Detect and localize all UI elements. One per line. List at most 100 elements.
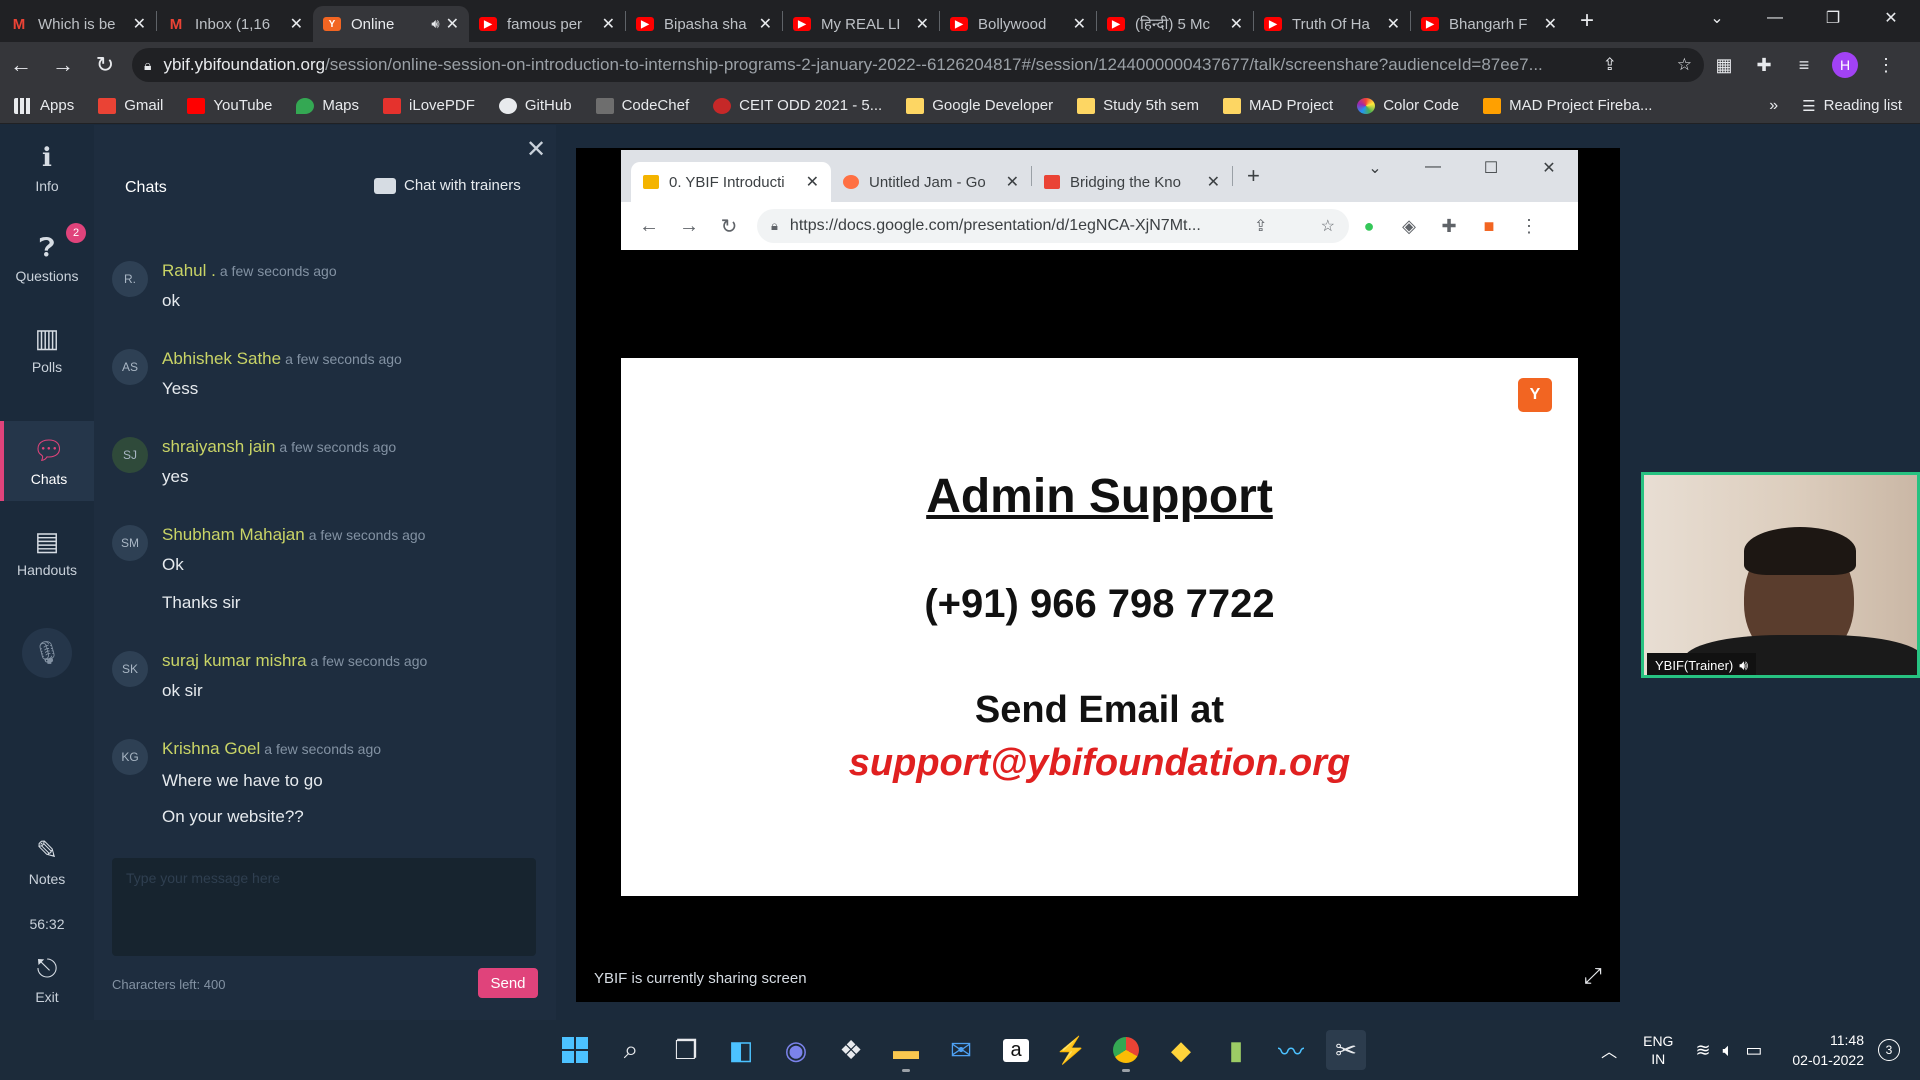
task-view-icon[interactable]: ❐ xyxy=(666,1030,706,1070)
send-button[interactable]: Send xyxy=(478,968,538,998)
browser-tab[interactable]: M Inbox (1,16 ✕ xyxy=(157,6,313,42)
notifications-badge[interactable]: 3 xyxy=(1878,1039,1900,1061)
lock-icon[interactable]: 🔒︎ xyxy=(144,57,151,74)
browser-tab[interactable]: ▶ Bhangarh F ✕ xyxy=(1411,6,1567,42)
bookmark-mad-firebase[interactable]: MAD Project Fireba... xyxy=(1483,97,1652,114)
youtube-icon xyxy=(187,97,206,114)
chat-message-input[interactable] xyxy=(112,858,536,956)
browser-menu-icon[interactable]: ⋮ xyxy=(1866,55,1906,76)
teams-chat-icon[interactable]: ◉ xyxy=(776,1030,816,1070)
sidebar-item-handouts[interactable]: ▤ Handouts xyxy=(0,511,94,593)
chrome-icon[interactable] xyxy=(1106,1030,1146,1072)
sidebar-item-exit[interactable]: ⎋ Exit xyxy=(0,938,94,1020)
browser-tab[interactable]: ▶ (हिन्दी) 5 Mc ✕ xyxy=(1097,6,1253,42)
search-icon[interactable]: ⌕ xyxy=(611,1030,651,1070)
bookmark-color-code[interactable]: Color Code xyxy=(1357,97,1459,114)
trainer-video[interactable]: YBIF(Trainer) 🔊︎ xyxy=(1641,472,1920,678)
tab-close-icon[interactable]: ✕ xyxy=(916,14,929,34)
share-icon[interactable]: ⇪ xyxy=(1585,55,1617,75)
tab-close-icon[interactable]: ✕ xyxy=(1544,14,1557,34)
fullscreen-icon[interactable]: ⤢ xyxy=(1584,963,1602,989)
bookmark-codechef[interactable]: CodeChef xyxy=(595,97,689,114)
browser-tab-active[interactable]: Y Online 🔊︎ ✕ xyxy=(313,6,469,42)
sidebar-item-questions[interactable]: ❓︎ Questions 2 xyxy=(0,217,94,299)
ybif-extension-icon: ■ xyxy=(1483,215,1495,236)
tab-close-icon[interactable]: ✕ xyxy=(133,14,146,34)
close-panel-icon[interactable]: ✕ xyxy=(526,135,546,164)
restore-icon[interactable]: ❐ xyxy=(1804,8,1862,28)
tab-close-icon[interactable]: ✕ xyxy=(759,14,772,34)
bookmark-youtube[interactable]: YouTube xyxy=(187,97,272,114)
app-icon[interactable]: ⚡ xyxy=(1051,1030,1091,1070)
browser-tab[interactable]: ▶ Bipasha sha ✕ xyxy=(626,6,782,42)
media-control-icon[interactable]: ≡ xyxy=(1784,55,1824,76)
reading-list-icon[interactable]: ☰ xyxy=(1802,97,1815,115)
python-icon[interactable]: ◆ xyxy=(1161,1030,1201,1070)
back-icon[interactable]: ← xyxy=(0,52,42,78)
tab-close-icon[interactable]: ✕ xyxy=(1073,14,1086,34)
browser-tab[interactable]: ▶ My REAL LI ✕ xyxy=(783,6,939,42)
sidebar-item-label: Chats xyxy=(30,471,68,487)
minimize-icon[interactable]: — xyxy=(1746,9,1804,27)
window-controls: ⌄ — ❐ ✕ xyxy=(1688,0,1920,36)
tab-close-icon[interactable]: ✕ xyxy=(602,14,615,34)
profile-avatar[interactable]: H xyxy=(1832,52,1858,78)
reload-icon[interactable]: ↻ xyxy=(84,52,126,78)
session-sidebar: ℹ Info ❓︎ Questions 2 ▥ Polls 💬︎ Chats ▤… xyxy=(0,125,94,1020)
characters-left: Characters left: 400 xyxy=(112,977,226,992)
bookmark-star-icon[interactable]: ☆ xyxy=(1659,55,1692,75)
language-indicator[interactable]: ENG IN xyxy=(1643,1032,1673,1068)
bookmark-gmail[interactable]: Gmail xyxy=(98,97,163,114)
new-tab-button[interactable]: + xyxy=(1567,7,1607,35)
reading-list-button[interactable]: Reading list xyxy=(1824,97,1902,114)
forward-icon: → xyxy=(679,214,699,237)
bookmark-maps[interactable]: Maps xyxy=(296,97,359,114)
extension-qr-icon[interactable]: ▦ xyxy=(1704,55,1744,76)
forward-icon[interactable]: → xyxy=(42,52,84,78)
windows-start-icon[interactable] xyxy=(555,1030,595,1070)
battery-icon[interactable]: ▭ xyxy=(1745,1040,1762,1061)
bookmark-ceit[interactable]: CEIT ODD 2021 - 5... xyxy=(713,97,882,114)
drive-app-icon[interactable]: ▮ xyxy=(1216,1030,1256,1070)
mail-icon[interactable]: ✉ xyxy=(941,1030,981,1070)
amazon-icon[interactable]: a xyxy=(996,1030,1036,1070)
wifi-icon[interactable]: ≋ xyxy=(1695,1040,1710,1061)
tab-close-icon[interactable]: ✕ xyxy=(290,14,303,34)
chat-with-trainers-button[interactable]: Chat with trainers xyxy=(374,177,521,194)
tab-search-icon[interactable]: ⌄ xyxy=(1688,8,1746,28)
monitor-app-icon[interactable]: 〰 xyxy=(1271,1030,1311,1070)
bookmark-github[interactable]: GitHub xyxy=(498,97,572,114)
bookmark-apps[interactable]: Apps xyxy=(14,97,74,114)
microphone-button[interactable]: 🎙︎ xyxy=(22,628,72,678)
chevron-up-icon[interactable]: ︿ xyxy=(1601,1038,1617,1062)
browser-tab[interactable]: M Which is be ✕ xyxy=(0,6,156,42)
bookmark-ilovepdf[interactable]: iLovePDF xyxy=(383,97,475,114)
bookmark-folder-study[interactable]: Study 5th sem xyxy=(1077,97,1199,114)
browser-tab[interactable]: ▶ Bollywood ✕ xyxy=(940,6,1096,42)
bookmark-folder-google-developer[interactable]: Google Developer xyxy=(906,97,1053,114)
sidebar-item-polls[interactable]: ▥ Polls xyxy=(0,308,94,390)
sidebar-item-chats[interactable]: 💬︎ Chats xyxy=(0,421,94,501)
clock[interactable]: 11:48 02-01-2022 xyxy=(1792,1030,1864,1070)
speaker-icon[interactable]: 🔊︎ xyxy=(431,16,439,32)
browser-tab[interactable]: ▶ famous per ✕ xyxy=(469,6,625,42)
sidebar-item-info[interactable]: ℹ Info xyxy=(0,127,94,209)
sidebar-item-label: Notes xyxy=(28,871,66,887)
snipping-tool-icon[interactable]: ✂ xyxy=(1326,1030,1366,1070)
tab-close-icon[interactable]: ✕ xyxy=(1387,14,1400,34)
file-explorer-icon[interactable]: ▬ xyxy=(886,1030,926,1072)
dropbox-icon[interactable]: ❖ xyxy=(831,1030,871,1070)
extensions-puzzle-icon[interactable]: ✚ xyxy=(1744,55,1784,76)
tab-close-icon[interactable]: ✕ xyxy=(1230,14,1243,34)
close-window-icon[interactable]: ✕ xyxy=(1862,8,1920,28)
volume-icon[interactable]: 🔈︎ xyxy=(1723,1040,1734,1061)
browser-tab[interactable]: ▶ Truth Of Ha ✕ xyxy=(1254,6,1410,42)
bookmark-folder-mad-project[interactable]: MAD Project xyxy=(1223,97,1333,114)
tab-close-icon[interactable]: ✕ xyxy=(446,14,459,34)
widgets-icon[interactable]: ◧ xyxy=(721,1030,761,1070)
extensions-puzzle-icon: ✚ xyxy=(1441,215,1457,236)
address-bar[interactable]: 🔒︎ ybif.ybifoundation.org/session/online… xyxy=(132,48,1704,82)
reload-icon: ↻ xyxy=(720,215,738,238)
sidebar-item-notes[interactable]: ✎ Notes xyxy=(0,820,94,902)
more-bookmarks-button[interactable]: » xyxy=(1769,97,1778,115)
